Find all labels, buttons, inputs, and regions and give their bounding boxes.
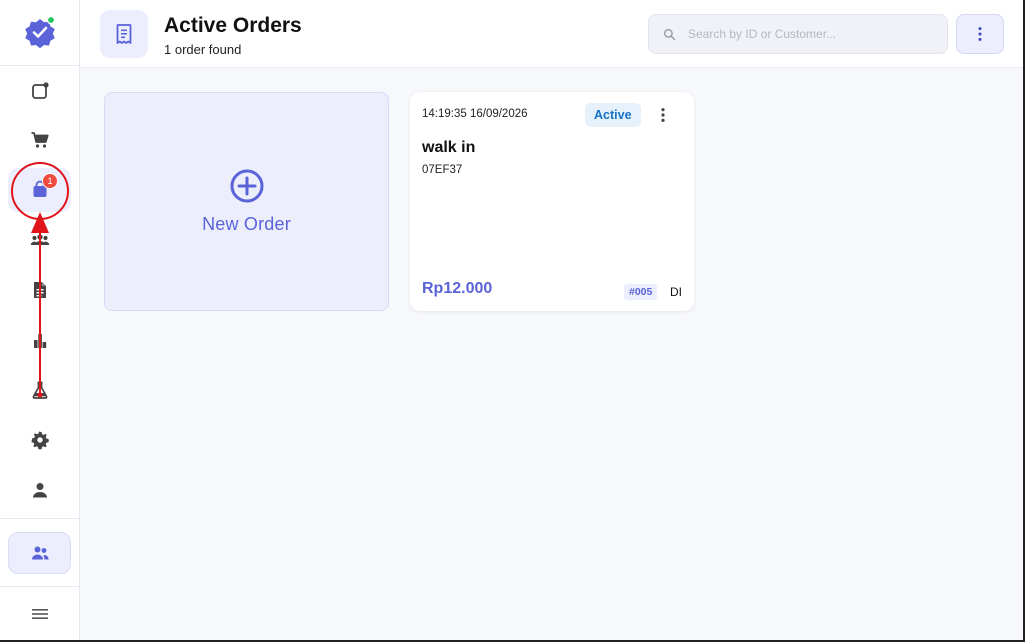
page-header: Active Orders 1 order found	[80, 0, 1023, 68]
new-tab-icon	[31, 82, 49, 99]
page-title: Active Orders	[164, 14, 302, 37]
sidebar-item-reports[interactable]	[8, 318, 71, 362]
order-total: Rp12.000	[422, 280, 493, 297]
search-icon	[663, 28, 676, 40]
users-icon	[30, 234, 49, 245]
sidebar-menu-toggle[interactable]	[8, 594, 71, 634]
order-timestamp: 14:19:35 16/09/2026	[422, 108, 528, 120]
sidebar-item-cart[interactable]	[8, 118, 71, 162]
sidebar-divider	[0, 518, 79, 519]
sidebar-item-documents[interactable]	[8, 268, 71, 312]
order-type: DI	[670, 285, 682, 299]
search-box[interactable]	[648, 14, 948, 54]
customer-name: walk in	[422, 139, 476, 156]
more-vertical-icon	[978, 27, 982, 41]
app-logo-icon[interactable]	[22, 14, 58, 50]
receipt-icon	[100, 10, 148, 58]
sidebar-item-profile[interactable]	[8, 468, 71, 512]
more-vertical-icon	[661, 108, 665, 122]
new-order-label: New Order	[202, 214, 291, 234]
sidebar-divider	[0, 65, 79, 66]
orders-count-badge: 1	[42, 173, 58, 189]
order-menu-button[interactable]	[653, 103, 673, 127]
hamburger-icon	[31, 609, 48, 619]
sidebar-item-settings[interactable]	[8, 418, 71, 462]
plus-circle-icon	[230, 169, 263, 203]
new-order-button[interactable]: New Order	[104, 92, 389, 311]
order-number-badge: #005	[624, 284, 658, 300]
search-input[interactable]	[688, 27, 928, 41]
more-options-button[interactable]	[956, 14, 1004, 54]
order-card[interactable]: 14:19:35 16/09/2026 Active walk in 07EF3…	[410, 92, 694, 311]
sidebar-item-active-orders[interactable]: 1	[8, 168, 71, 212]
sidebar-divider	[0, 586, 79, 587]
cart-icon	[31, 132, 49, 148]
gear-icon	[31, 431, 49, 450]
staff-icon	[31, 546, 49, 560]
order-code: 07EF37	[422, 164, 463, 176]
sidebar: 1	[0, 0, 80, 642]
person-icon	[32, 483, 47, 498]
bar-chart-icon	[33, 334, 46, 348]
sidebar-item-staff[interactable]	[8, 532, 71, 574]
sidebar-item-new-tab[interactable]	[8, 69, 71, 113]
flask-icon	[32, 381, 47, 399]
order-count-text: 1 order found	[164, 42, 242, 57]
sidebar-item-customers[interactable]	[8, 218, 71, 262]
sidebar-item-lab[interactable]	[8, 368, 71, 412]
document-icon	[33, 282, 46, 298]
status-badge: Active	[585, 103, 641, 127]
